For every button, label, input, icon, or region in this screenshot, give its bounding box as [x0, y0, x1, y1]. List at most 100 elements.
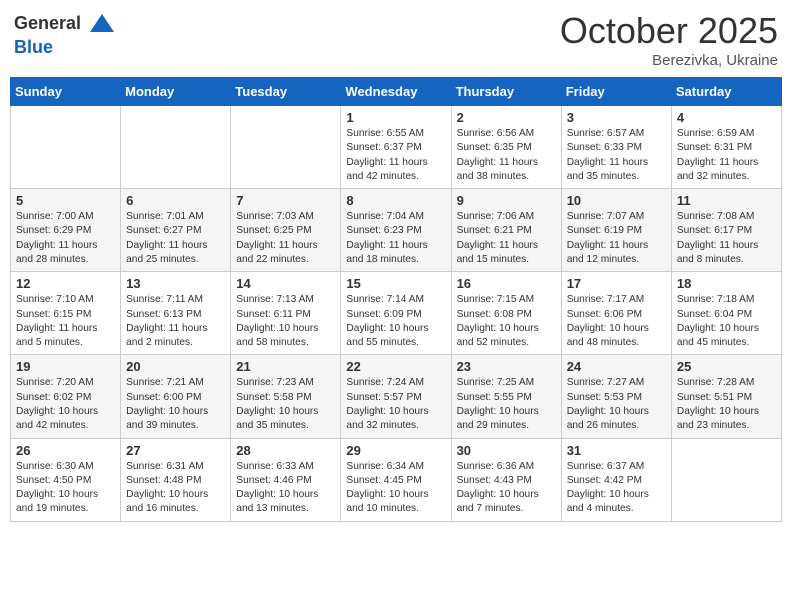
- calendar-cell: 24 Sunrise: 7:27 AMSunset: 5:53 PMDayligh…: [561, 355, 671, 438]
- calendar-cell: [121, 106, 231, 189]
- week-row-5: 26 Sunrise: 6:30 AMSunset: 4:50 PMDayligh…: [11, 438, 782, 521]
- day-number: 27: [126, 443, 225, 458]
- week-row-2: 5Sunrise: 7:00 AMSunset: 6:29 PMDaylight…: [11, 189, 782, 272]
- day-number: 21: [236, 359, 335, 374]
- calendar-cell: 13 Sunrise: 7:11 AMSunset: 6:13 PMDayligh…: [121, 272, 231, 355]
- day-number: 24: [567, 359, 666, 374]
- day-number: 1: [346, 110, 445, 125]
- title-block: October 2025 Berezivka, Ukraine: [560, 10, 778, 69]
- day-info: Sunrise: 6:55 AMSunset: 6:37 PMDaylight:…: [346, 127, 445, 184]
- column-header-wednesday: Wednesday: [341, 78, 451, 106]
- calendar-cell: 11 Sunrise: 7:08 AMSunset: 6:17 PMDayligh…: [671, 189, 781, 272]
- calendar-cell: [671, 438, 781, 521]
- day-info: Sunrise: 6:56 AMSunset: 6:35 PMDaylight:…: [457, 127, 556, 184]
- calendar-cell: 2Sunrise: 6:56 AMSunset: 6:35 PMDaylight…: [451, 106, 561, 189]
- day-info: Sunrise: 6:36 AMSunset: 4:43 PMDaylight:…: [457, 460, 556, 517]
- day-info: Sunrise: 7:17 AMSunset: 6:06 PMDaylight:…: [567, 293, 666, 350]
- calendar-cell: 27 Sunrise: 6:31 AMSunset: 4:48 PMDayligh…: [121, 438, 231, 521]
- calendar-cell: 10 Sunrise: 7:07 AMSunset: 6:19 PMDayligh…: [561, 189, 671, 272]
- day-info: Sunrise: 7:18 AMSunset: 6:04 PMDaylight:…: [677, 293, 776, 350]
- day-number: 22: [346, 359, 445, 374]
- day-info: Sunrise: 7:03 AMSunset: 6:25 PMDaylight:…: [236, 210, 335, 267]
- calendar-cell: 21 Sunrise: 7:23 AMSunset: 5:58 PMDayligh…: [231, 355, 341, 438]
- day-info: Sunrise: 6:31 AMSunset: 4:48 PMDaylight:…: [126, 460, 225, 517]
- day-number: 29: [346, 443, 445, 458]
- day-info: Sunrise: 6:33 AMSunset: 4:46 PMDaylight:…: [236, 460, 335, 517]
- day-info: Sunrise: 7:14 AMSunset: 6:09 PMDaylight:…: [346, 293, 445, 350]
- day-number: 16: [457, 276, 556, 291]
- day-info: Sunrise: 7:11 AMSunset: 6:13 PMDaylight:…: [126, 293, 225, 350]
- calendar-cell: 6Sunrise: 7:01 AMSunset: 6:27 PMDaylight…: [121, 189, 231, 272]
- day-info: Sunrise: 6:30 AMSunset: 4:50 PMDaylight:…: [16, 460, 115, 517]
- calendar-cell: 12 Sunrise: 7:10 AMSunset: 6:15 PMDayligh…: [11, 272, 121, 355]
- day-number: 8: [346, 193, 445, 208]
- calendar-cell: 1 Sunrise: 6:55 AMSunset: 6:37 PMDaylight…: [341, 106, 451, 189]
- day-number: 26: [16, 443, 115, 458]
- day-info: Sunrise: 6:34 AMSunset: 4:45 PMDaylight:…: [346, 460, 445, 517]
- column-header-saturday: Saturday: [671, 78, 781, 106]
- day-info: Sunrise: 6:57 AMSunset: 6:33 PMDaylight:…: [567, 127, 666, 184]
- calendar-cell: 25Sunrise: 7:28 AMSunset: 5:51 PMDayligh…: [671, 355, 781, 438]
- column-header-tuesday: Tuesday: [231, 78, 341, 106]
- week-row-4: 19 Sunrise: 7:20 AMSunset: 6:02 PMDayligh…: [11, 355, 782, 438]
- day-number: 9: [457, 193, 556, 208]
- day-info: Sunrise: 7:10 AMSunset: 6:15 PMDaylight:…: [16, 293, 115, 350]
- day-info: Sunrise: 7:27 AMSunset: 5:53 PMDaylight:…: [567, 376, 666, 433]
- calendar-cell: 14Sunrise: 7:13 AMSunset: 6:11 PMDayligh…: [231, 272, 341, 355]
- calendar-cell: 20 Sunrise: 7:21 AMSunset: 6:00 PMDayligh…: [121, 355, 231, 438]
- day-number: 17: [567, 276, 666, 291]
- day-info: Sunrise: 7:20 AMSunset: 6:02 PMDaylight:…: [16, 376, 115, 433]
- day-number: 10: [567, 193, 666, 208]
- day-number: 13: [126, 276, 225, 291]
- day-info: Sunrise: 7:07 AMSunset: 6:19 PMDaylight:…: [567, 210, 666, 267]
- logo: General Blue: [14, 10, 116, 58]
- calendar-cell: 16 Sunrise: 7:15 AMSunset: 6:08 PMDayligh…: [451, 272, 561, 355]
- day-info: Sunrise: 7:13 AMSunset: 6:11 PMDaylight:…: [236, 293, 335, 350]
- calendar-cell: 3 Sunrise: 6:57 AMSunset: 6:33 PMDaylight…: [561, 106, 671, 189]
- day-number: 15: [346, 276, 445, 291]
- column-header-monday: Monday: [121, 78, 231, 106]
- day-info: Sunrise: 7:25 AMSunset: 5:55 PMDaylight:…: [457, 376, 556, 433]
- calendar-cell: 22Sunrise: 7:24 AMSunset: 5:57 PMDayligh…: [341, 355, 451, 438]
- day-number: 28: [236, 443, 335, 458]
- logo-icon: [88, 10, 116, 38]
- calendar-cell: 4Sunrise: 6:59 AMSunset: 6:31 PMDaylight…: [671, 106, 781, 189]
- column-header-thursday: Thursday: [451, 78, 561, 106]
- day-number: 31: [567, 443, 666, 458]
- day-number: 3: [567, 110, 666, 125]
- day-info: Sunrise: 6:37 AMSunset: 4:42 PMDaylight:…: [567, 460, 666, 517]
- day-number: 19: [16, 359, 115, 374]
- day-number: 12: [16, 276, 115, 291]
- calendar-cell: 29 Sunrise: 6:34 AMSunset: 4:45 PMDayligh…: [341, 438, 451, 521]
- day-number: 23: [457, 359, 556, 374]
- week-row-1: 1 Sunrise: 6:55 AMSunset: 6:37 PMDaylight…: [11, 106, 782, 189]
- calendar-cell: 31 Sunrise: 6:37 AMSunset: 4:42 PMDayligh…: [561, 438, 671, 521]
- calendar-cell: [11, 106, 121, 189]
- day-info: Sunrise: 7:00 AMSunset: 6:29 PMDaylight:…: [16, 210, 115, 267]
- calendar-cell: 28 Sunrise: 6:33 AMSunset: 4:46 PMDayligh…: [231, 438, 341, 521]
- day-info: Sunrise: 7:28 AMSunset: 5:51 PMDaylight:…: [677, 376, 776, 433]
- week-row-3: 12 Sunrise: 7:10 AMSunset: 6:15 PMDayligh…: [11, 272, 782, 355]
- day-info: Sunrise: 7:21 AMSunset: 6:00 PMDaylight:…: [126, 376, 225, 433]
- calendar-cell: 19 Sunrise: 7:20 AMSunset: 6:02 PMDayligh…: [11, 355, 121, 438]
- day-info: Sunrise: 7:01 AMSunset: 6:27 PMDaylight:…: [126, 210, 225, 267]
- calendar-cell: 23 Sunrise: 7:25 AMSunset: 5:55 PMDayligh…: [451, 355, 561, 438]
- column-header-sunday: Sunday: [11, 78, 121, 106]
- calendar-table: SundayMondayTuesdayWednesdayThursdayFrid…: [10, 77, 782, 522]
- logo-blue-text: Blue: [14, 38, 116, 58]
- day-number: 11: [677, 193, 776, 208]
- calendar-cell: [231, 106, 341, 189]
- page-header: General Blue October 2025 Berezivka, Ukr…: [10, 10, 782, 69]
- day-number: 7: [236, 193, 335, 208]
- calendar-cell: 5Sunrise: 7:00 AMSunset: 6:29 PMDaylight…: [11, 189, 121, 272]
- calendar-cell: 15 Sunrise: 7:14 AMSunset: 6:09 PMDayligh…: [341, 272, 451, 355]
- day-info: Sunrise: 7:08 AMSunset: 6:17 PMDaylight:…: [677, 210, 776, 267]
- column-header-friday: Friday: [561, 78, 671, 106]
- calendar-cell: 9Sunrise: 7:06 AMSunset: 6:21 PMDaylight…: [451, 189, 561, 272]
- calendar-cell: 30Sunrise: 6:36 AMSunset: 4:43 PMDayligh…: [451, 438, 561, 521]
- day-info: Sunrise: 7:23 AMSunset: 5:58 PMDaylight:…: [236, 376, 335, 433]
- day-number: 20: [126, 359, 225, 374]
- calendar-cell: 8Sunrise: 7:04 AMSunset: 6:23 PMDaylight…: [341, 189, 451, 272]
- day-info: Sunrise: 7:15 AMSunset: 6:08 PMDaylight:…: [457, 293, 556, 350]
- calendar-cell: 26 Sunrise: 6:30 AMSunset: 4:50 PMDayligh…: [11, 438, 121, 521]
